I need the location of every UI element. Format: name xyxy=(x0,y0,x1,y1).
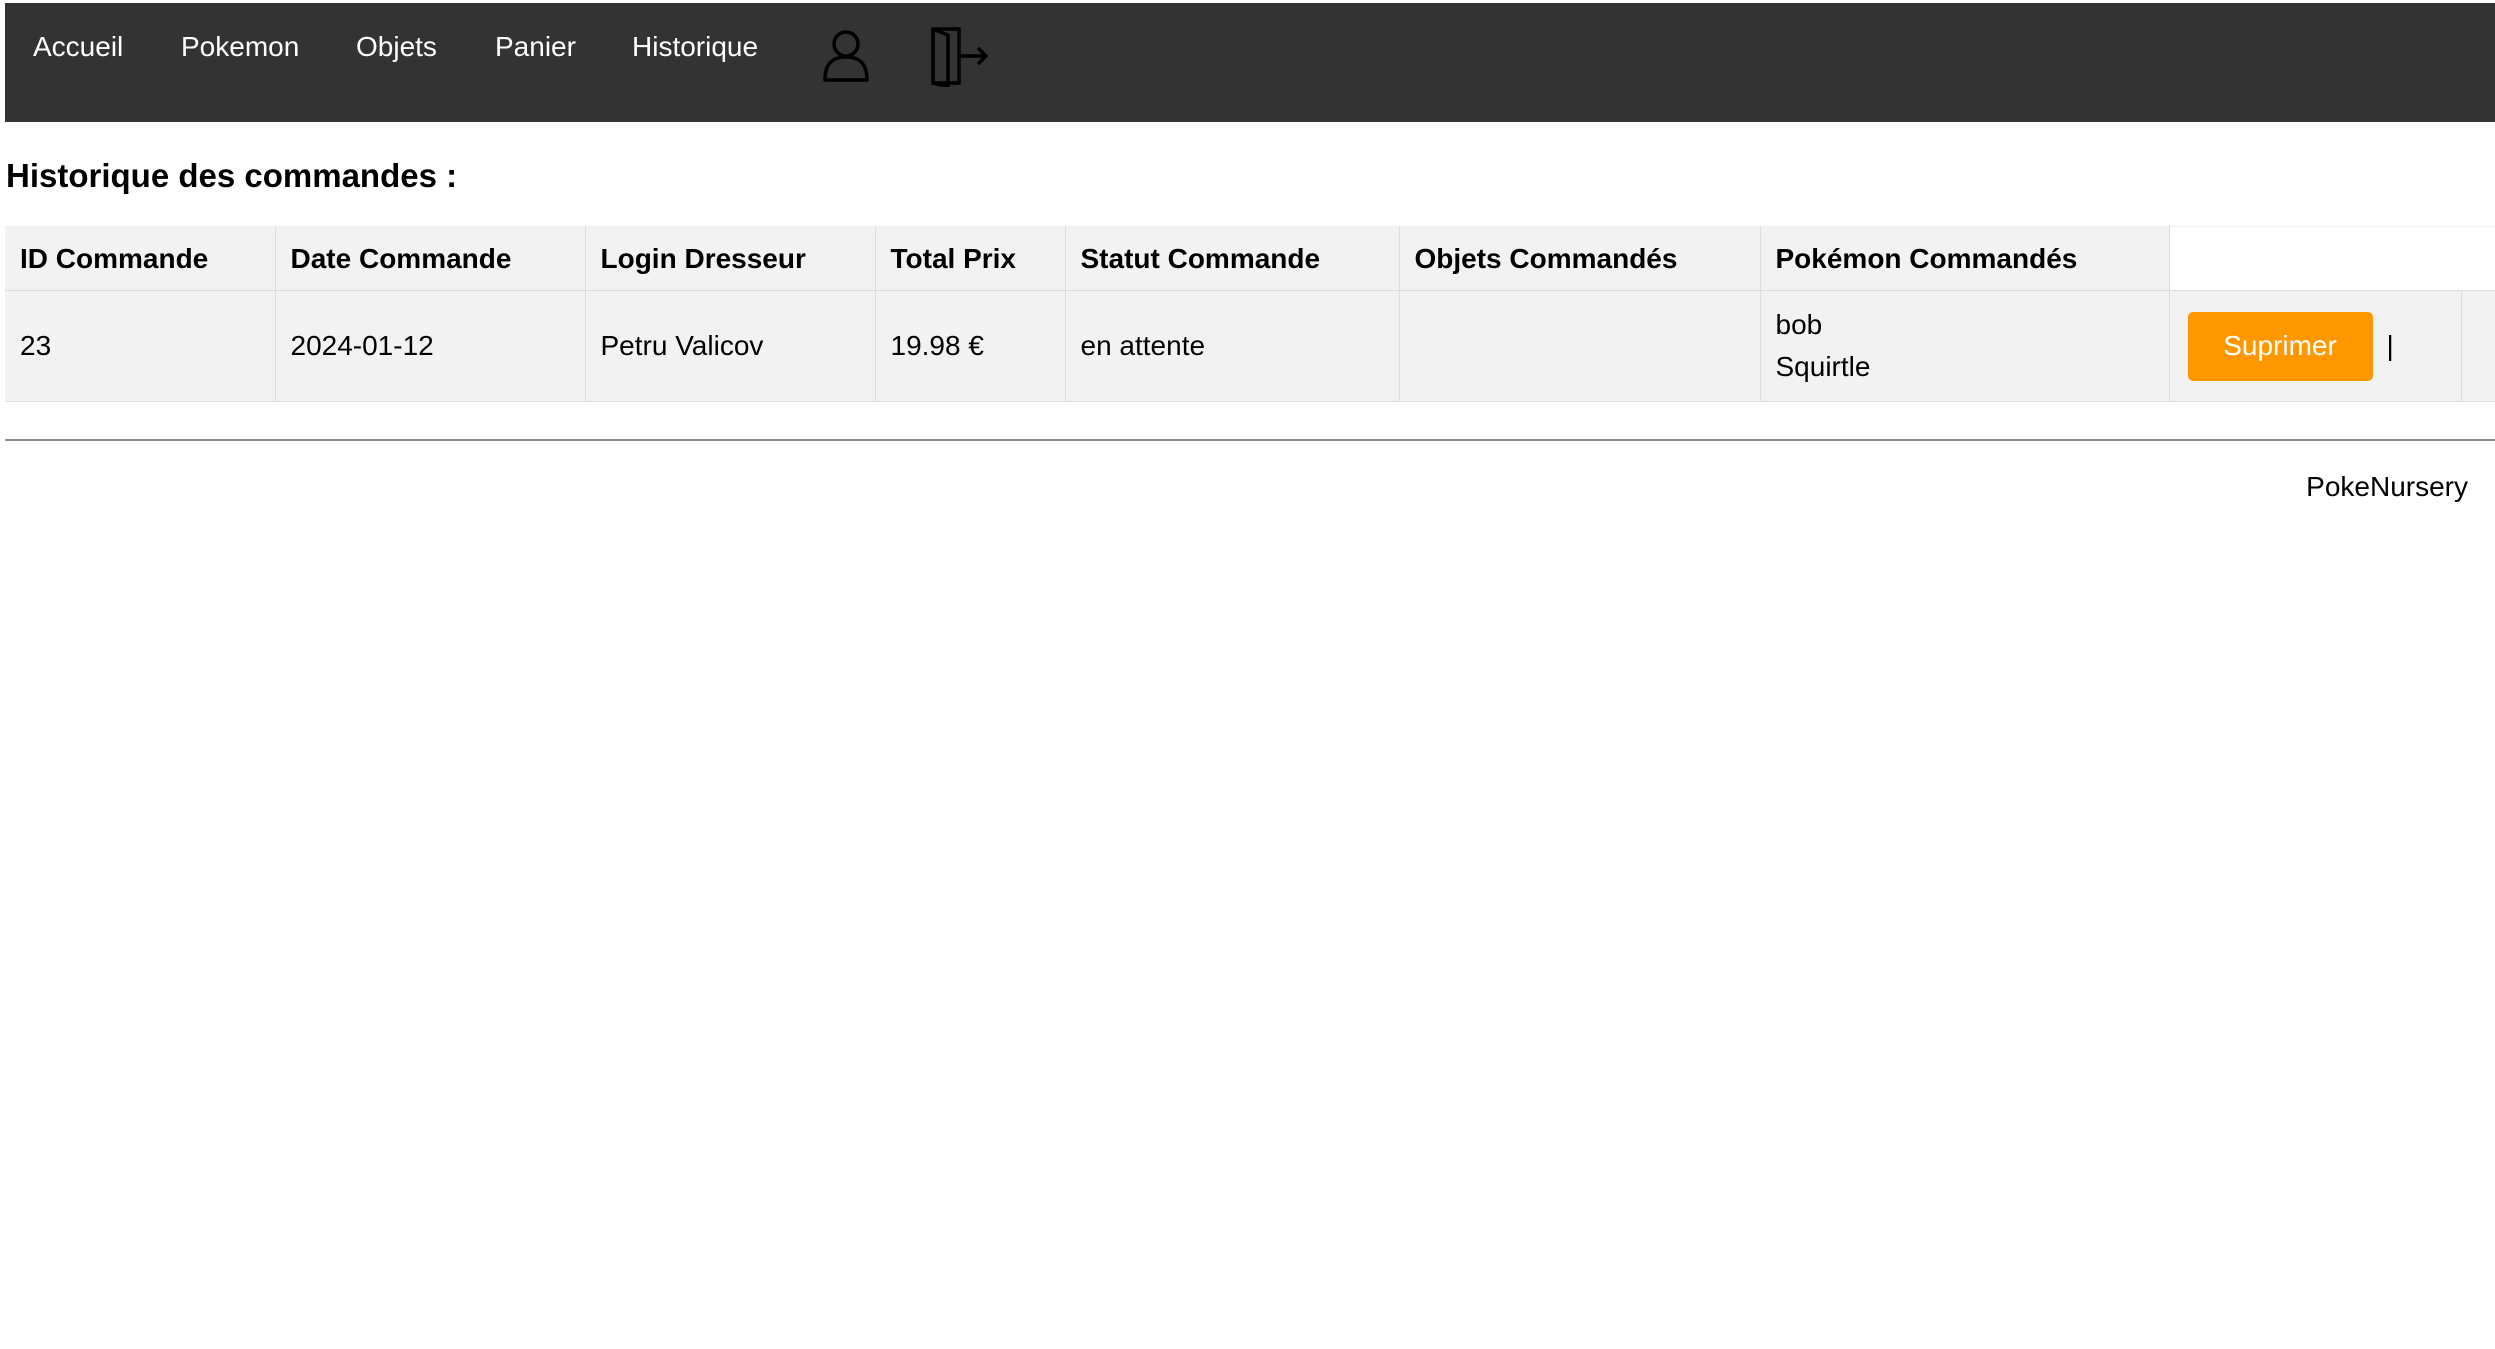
header-total-prix: Total Prix xyxy=(875,226,1066,291)
header-statut-commande: Statut Commande xyxy=(1065,226,1400,291)
footer-brand: PokeNursery xyxy=(2306,471,2468,502)
nav-link-historique[interactable]: Historique xyxy=(632,25,758,69)
cell-objects xyxy=(1399,290,1761,402)
cell-pokemon: bob Squirtle xyxy=(1760,290,2170,402)
top-navigation: Accueil Pokemon Objets Panier Historique xyxy=(5,3,2495,122)
header-id-commande: ID Commande xyxy=(5,226,276,291)
user-icon[interactable] xyxy=(821,29,871,88)
action-separator: | xyxy=(2386,330,2394,361)
header-login-dresseur: Login Dresseur xyxy=(585,226,876,291)
nav-link-pokemon[interactable]: Pokemon xyxy=(181,25,299,69)
header-pokemon-commandes: Pokémon Commandés xyxy=(1760,226,2170,291)
table-row: 23 2024-01-12 Petru Valicov 19.98 € en a… xyxy=(5,290,2495,402)
nav-link-panier[interactable]: Panier xyxy=(495,25,576,69)
nav-link-objets[interactable]: Objets xyxy=(356,25,437,69)
orders-table: ID Commande Date Commande Login Dresseur… xyxy=(5,226,2495,402)
cell-login: Petru Valicov xyxy=(585,290,876,402)
logout-icon[interactable] xyxy=(928,25,992,92)
header-date-commande: Date Commande xyxy=(275,226,586,291)
cell-extra xyxy=(2461,290,2495,402)
cell-id: 23 xyxy=(5,290,276,402)
nav-link-accueil[interactable]: Accueil xyxy=(33,25,123,69)
table-header-row: ID Commande Date Commande Login Dresseur… xyxy=(5,226,2495,291)
cell-total: 19.98 € xyxy=(875,290,1066,402)
cell-actions: Suprimer | xyxy=(2169,290,2462,402)
pokemon-item: Squirtle xyxy=(1775,351,1871,382)
footer-divider xyxy=(5,439,2495,441)
header-actions xyxy=(2169,226,2495,291)
pokemon-item: bob xyxy=(1775,309,1823,340)
cell-status: en attente xyxy=(1065,290,1400,402)
delete-order-button[interactable]: Suprimer xyxy=(2187,311,2373,381)
cell-date: 2024-01-12 xyxy=(275,290,586,402)
page-title: Historique des commandes : xyxy=(6,157,458,194)
header-objets-commandes: Objets Commandés xyxy=(1399,226,1761,291)
